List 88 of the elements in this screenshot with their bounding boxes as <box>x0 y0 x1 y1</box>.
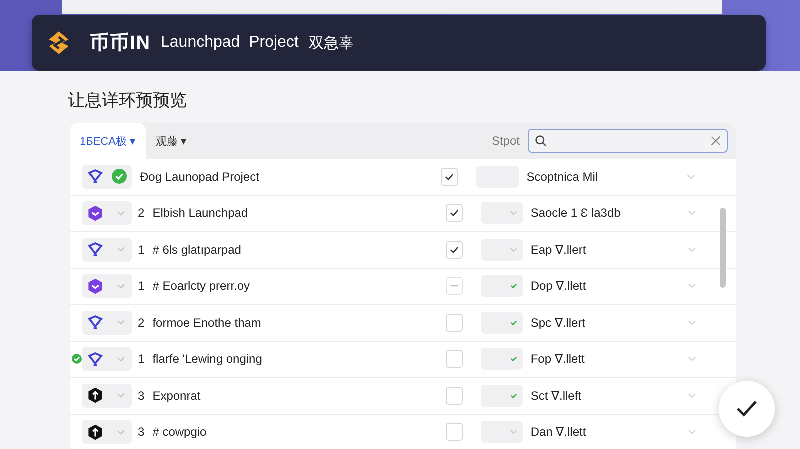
project-name: Đog Launopad Project <box>140 170 260 184</box>
select-box[interactable] <box>480 384 523 407</box>
wallet-value: Dan ∇.llett <box>530 425 588 440</box>
row-number: 3 <box>138 388 145 403</box>
checkmark-icon <box>450 209 460 218</box>
hexagon-icon <box>87 278 104 295</box>
icon-dropdown[interactable] <box>82 347 132 372</box>
filter-tab[interactable]: 1БECA极 ▾ <box>70 123 146 159</box>
project-name: Exponrat <box>152 388 202 403</box>
wallet-value: Scoptnica Mil <box>526 170 600 184</box>
funnel-icon <box>87 241 104 258</box>
chevron-down-icon <box>117 393 125 398</box>
wallet-value: Dop ∇.llett <box>530 279 588 294</box>
row-number: 2 <box>138 206 145 220</box>
wallet-value: Fop ∇.llett <box>530 352 586 366</box>
chevron-down-icon[interactable] <box>688 246 696 253</box>
row-number: 2 <box>138 316 145 330</box>
chevron-down-icon <box>117 210 125 216</box>
chevron-down-icon[interactable] <box>688 429 696 436</box>
wallet-value: Sct ∇.lleft <box>530 388 582 403</box>
checkmark-icon <box>510 356 518 362</box>
chevron-down-icon <box>117 430 125 435</box>
icon-dropdown[interactable] <box>82 164 132 189</box>
select-box[interactable] <box>480 348 523 370</box>
chevron-down-icon <box>117 247 125 252</box>
project-name: # 6ls glatıparpad <box>152 242 242 257</box>
up-arrow-hexagon-icon <box>87 424 104 441</box>
checkmark-icon <box>510 320 518 326</box>
hexagon-icon <box>87 204 104 222</box>
header-title: Launchpad Project <box>161 34 299 52</box>
chevron-down-icon <box>117 284 125 289</box>
checkbox[interactable] <box>446 240 463 259</box>
icon-dropdown[interactable] <box>82 384 132 408</box>
project-name: flarfe 'Lewing onging <box>152 352 264 366</box>
select-box[interactable] <box>480 238 523 261</box>
project-name: # Eoarlcty prerr.oy <box>152 279 252 294</box>
select-box[interactable] <box>480 312 523 334</box>
row-number: 1 <box>138 242 145 257</box>
select-box[interactable] <box>480 275 523 298</box>
icon-dropdown[interactable] <box>82 310 132 335</box>
checkbox[interactable] <box>446 423 463 442</box>
up-arrow-hexagon-icon <box>87 387 104 404</box>
chevron-down-icon <box>510 210 518 216</box>
header-subtitle: 双急辜 <box>308 34 354 52</box>
search-label: Stpot <box>492 134 520 148</box>
checkmark-icon <box>510 283 518 290</box>
chevron-down-icon[interactable] <box>688 210 696 216</box>
select-box[interactable] <box>480 421 523 444</box>
row-number: 1 <box>138 279 145 294</box>
checkbox[interactable] <box>446 350 463 368</box>
funnel-icon <box>87 314 104 332</box>
checkmark-icon <box>450 246 460 254</box>
icon-dropdown[interactable] <box>82 238 132 262</box>
project-name: Elbish Launchpad <box>152 206 250 220</box>
checkbox[interactable] <box>446 386 463 405</box>
search-icon <box>535 135 547 147</box>
scrollbar[interactable] <box>720 208 726 288</box>
checkmark-icon <box>444 172 454 181</box>
icon-dropdown[interactable] <box>82 420 132 444</box>
project-name: formoe Enothe tham <box>152 316 262 330</box>
project-name: # cowpgio <box>152 425 208 440</box>
chevron-down-icon <box>117 356 125 362</box>
checkbox[interactable] <box>440 168 458 186</box>
checkmark-icon <box>510 392 518 399</box>
chevron-down-icon[interactable] <box>688 320 696 326</box>
chevron-down-icon[interactable] <box>688 283 696 290</box>
chevron-down-icon <box>510 246 518 253</box>
wallet-value: Spc ∇.llert <box>530 316 586 330</box>
row-number: 3 <box>138 425 145 440</box>
search-field[interactable] <box>528 129 728 153</box>
wallet-value: Eap ∇.llert <box>530 242 588 257</box>
chevron-down-icon <box>117 320 125 326</box>
filter-tab[interactable]: 观藤 ▾ <box>146 123 198 159</box>
chevron-down-icon[interactable] <box>688 392 696 399</box>
select-box[interactable] <box>480 202 523 224</box>
checkbox[interactable] <box>446 277 463 296</box>
chevron-down-icon[interactable] <box>687 174 696 180</box>
close-icon[interactable] <box>711 136 721 146</box>
chevron-down-icon <box>510 429 518 436</box>
checkbox[interactable] <box>446 204 463 222</box>
funnel-icon <box>87 350 104 368</box>
row-number: 1 <box>138 352 145 366</box>
wallet-value: Saocle 1 Ɛ la3db <box>530 206 622 220</box>
brand-name: 币币IN <box>90 32 151 56</box>
funnel-icon <box>87 168 104 186</box>
checkbox[interactable] <box>446 314 463 332</box>
chevron-down-icon[interactable] <box>688 356 696 362</box>
page-title: 让息详环预预览 <box>68 90 188 112</box>
